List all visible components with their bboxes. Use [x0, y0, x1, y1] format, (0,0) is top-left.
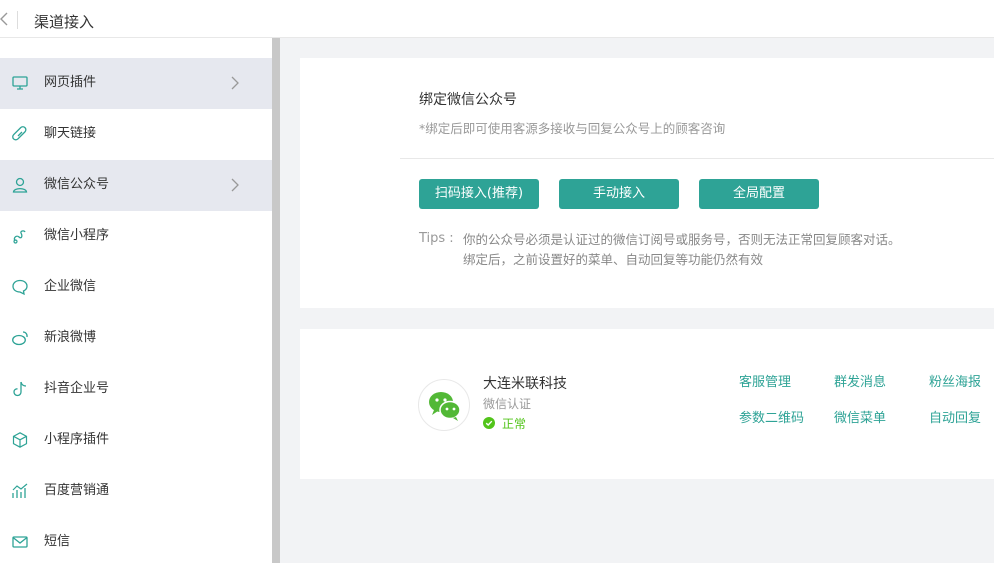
tips-line-1: 你的公众号必须是认证过的微信订阅号或服务号，否则无法正常回复顾客对话。: [463, 232, 901, 247]
tips-label: Tips :: [419, 231, 454, 246]
account-type: 微信认证: [483, 397, 532, 411]
sidebar-item-sms[interactable]: 短信: [0, 517, 272, 563]
sidebar-item-label: 聊天链接: [44, 126, 97, 141]
sidebar-item-web-plugin[interactable]: 网页插件: [0, 58, 272, 109]
mail-icon: [11, 533, 29, 551]
chevron-right-icon: [228, 75, 242, 91]
wechat-logo-icon: [418, 379, 470, 431]
sidebar-item-label: 抖音企业号: [44, 381, 110, 396]
check-circle-icon: [483, 417, 495, 429]
status-text: 正常: [502, 417, 527, 431]
sidebar-scrollbar[interactable]: [272, 38, 280, 563]
fans-poster-link[interactable]: 粉丝海报: [929, 374, 981, 392]
sidebar-item-chat-link[interactable]: 聊天链接: [0, 109, 272, 160]
sidebar-item-douyin[interactable]: 抖音企业号: [0, 364, 272, 415]
user-icon: [11, 176, 29, 194]
page-title: 渠道接入: [34, 13, 95, 31]
chat-bubble-icon: [11, 278, 29, 296]
sidebar-item-label: 微信公众号: [44, 177, 110, 192]
auto-reply-link[interactable]: 自动回复: [929, 410, 981, 428]
sidebar-item-wecom[interactable]: 企业微信: [0, 262, 272, 313]
weibo-icon: [11, 329, 29, 347]
top-bar: 渠道接入: [0, 0, 994, 38]
account-name: 大连米联科技: [483, 376, 567, 392]
link-icon: [11, 125, 29, 143]
card-divider: [400, 158, 994, 159]
sidebar-item-baidu-marketing[interactable]: 百度营销通: [0, 466, 272, 517]
sidebar: 网页插件 聊天链接 微信公众号 微信小程序 企业微信 新浪微博 抖音企业号 小程…: [0, 38, 272, 563]
sidebar-item-label: 企业微信: [44, 279, 97, 294]
broadcast-link[interactable]: 群发消息: [834, 374, 886, 392]
sidebar-item-label: 微信小程序: [44, 228, 110, 243]
douyin-icon: [11, 380, 29, 398]
manual-connect-button[interactable]: 手动接入: [559, 179, 679, 209]
back-chevron-icon[interactable]: [0, 12, 8, 26]
miniprogram-icon: [11, 227, 29, 245]
chevron-right-icon: [228, 177, 242, 193]
bind-heading: 绑定微信公众号: [419, 92, 517, 108]
status-badge: 正常: [483, 416, 526, 433]
qrcode-link[interactable]: 参数二维码: [739, 410, 804, 428]
account-card: 大连米联科技 微信认证 正常 客服管理 群发消息 粉丝海报 参数二维码 微信菜单…: [300, 329, 994, 479]
header-divider: [17, 11, 18, 29]
service-manage-link[interactable]: 客服管理: [739, 374, 791, 392]
sidebar-item-label: 网页插件: [44, 75, 97, 90]
monitor-icon: [11, 74, 29, 92]
sidebar-item-label: 短信: [44, 534, 71, 549]
bind-wechat-card: 绑定微信公众号 *绑定后即可使用客源多接收与回复公众号上的顾客咨询 扫码接入(推…: [300, 58, 994, 308]
bind-subheading: *绑定后即可使用客源多接收与回复公众号上的顾客咨询: [419, 121, 726, 136]
wechat-menu-link[interactable]: 微信菜单: [834, 410, 886, 428]
scan-connect-button[interactable]: 扫码接入(推荐): [419, 179, 539, 209]
sidebar-item-label: 小程序插件: [44, 432, 110, 447]
global-config-button[interactable]: 全局配置: [699, 179, 819, 209]
sidebar-item-wechat-official[interactable]: 微信公众号: [0, 160, 272, 211]
chart-trend-icon: [11, 482, 29, 500]
sidebar-item-label: 百度营销通: [44, 483, 110, 498]
sidebar-item-wechat-miniprogram[interactable]: 微信小程序: [0, 211, 272, 262]
sidebar-item-label: 新浪微博: [44, 330, 97, 345]
cube-icon: [11, 431, 29, 449]
tips-line-2: 绑定后，之前设置好的菜单、自动回复等功能仍然有效: [463, 252, 764, 267]
sidebar-item-miniprogram-plugin[interactable]: 小程序插件: [0, 415, 272, 466]
sidebar-item-weibo[interactable]: 新浪微博: [0, 313, 272, 364]
